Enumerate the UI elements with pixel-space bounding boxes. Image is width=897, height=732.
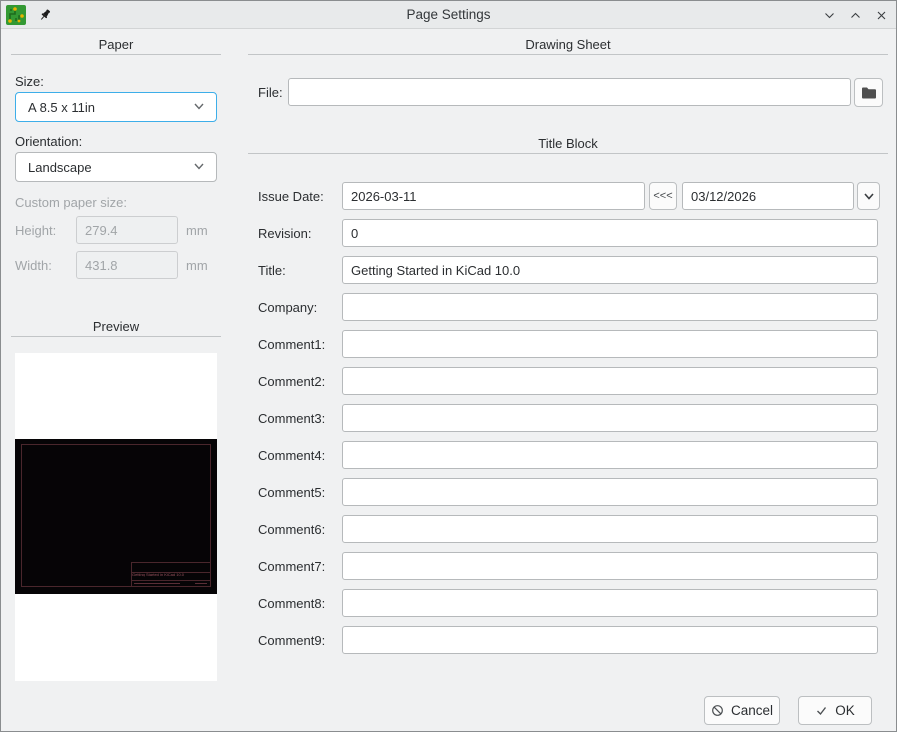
preview-drawing-frame: Getting Started in KiCad 10.0: [21, 444, 211, 587]
revision-label: Revision:: [258, 226, 311, 241]
issue-date-label: Issue Date:: [258, 189, 324, 204]
paper-section-divider: [11, 54, 221, 55]
cancel-button-label: Cancel: [731, 703, 773, 718]
height-input: [76, 216, 178, 244]
preview-title-block: Getting Started in KiCad 10.0: [131, 562, 210, 586]
company-label: Company:: [258, 300, 317, 315]
chevron-down-icon: [192, 159, 206, 176]
comment5-input[interactable]: [342, 478, 878, 506]
preview-sheet: Getting Started in KiCad 10.0: [15, 439, 217, 594]
check-icon: [815, 704, 828, 717]
size-dropdown[interactable]: A 8.5 x 11in: [15, 92, 217, 122]
title-block-section-title: Title Block: [248, 136, 888, 151]
comment7-label: Comment7:: [258, 559, 325, 574]
browse-file-button[interactable]: [854, 78, 883, 107]
revision-input[interactable]: [342, 219, 878, 247]
chevron-down-icon: [192, 99, 206, 116]
cancel-icon: [711, 704, 724, 717]
comment3-input[interactable]: [342, 404, 878, 432]
title-block-section-divider: [248, 153, 888, 154]
comment4-label: Comment4:: [258, 448, 325, 463]
height-unit-label: mm: [186, 223, 208, 238]
comment2-input[interactable]: [342, 367, 878, 395]
comment6-input[interactable]: [342, 515, 878, 543]
preview-section-divider: [11, 336, 221, 337]
page-preview: Getting Started in KiCad 10.0: [15, 353, 217, 681]
ok-button[interactable]: OK: [798, 696, 872, 725]
window-title: Page Settings: [1, 7, 896, 22]
drawing-sheet-section-title: Drawing Sheet: [248, 37, 888, 52]
comment9-label: Comment9:: [258, 633, 325, 648]
title-label: Title:: [258, 263, 286, 278]
comment4-input[interactable]: [342, 441, 878, 469]
paper-section-title: Paper: [11, 37, 221, 52]
orientation-dropdown-value: Landscape: [28, 160, 192, 175]
orientation-dropdown[interactable]: Landscape: [15, 152, 217, 182]
comment7-input[interactable]: [342, 552, 878, 580]
kicad-pcbnew-icon: [5, 4, 27, 26]
comment8-input[interactable]: [342, 589, 878, 617]
width-label: Width:: [15, 258, 52, 273]
folder-icon: [861, 86, 877, 100]
comment1-label: Comment1:: [258, 337, 325, 352]
minimize-button[interactable]: [820, 6, 838, 24]
title-bar[interactable]: Page Settings: [1, 1, 896, 29]
comment3-label: Comment3:: [258, 411, 325, 426]
title-input[interactable]: [342, 256, 878, 284]
cancel-button[interactable]: Cancel: [704, 696, 780, 725]
ok-button-label: OK: [835, 703, 855, 718]
maximize-button[interactable]: [846, 6, 864, 24]
pin-icon[interactable]: [37, 7, 53, 23]
chevron-down-icon: [862, 189, 876, 203]
size-dropdown-value: A 8.5 x 11in: [28, 100, 192, 115]
copy-date-button[interactable]: <<<: [649, 182, 677, 210]
comment5-label: Comment5:: [258, 485, 325, 500]
width-unit-label: mm: [186, 258, 208, 273]
company-input[interactable]: [342, 293, 878, 321]
close-button[interactable]: [872, 6, 890, 24]
file-input[interactable]: [288, 78, 851, 106]
width-input: [76, 251, 178, 279]
orientation-label: Orientation:: [15, 134, 82, 149]
comment9-input[interactable]: [342, 626, 878, 654]
height-label: Height:: [15, 223, 56, 238]
comment2-label: Comment2:: [258, 374, 325, 389]
page-settings-dialog: Page Settings Paper Size: A 8.5 x 11in O…: [0, 0, 897, 732]
drawing-sheet-section-divider: [248, 54, 888, 55]
date-picker-input[interactable]: [682, 182, 854, 210]
issue-date-input[interactable]: [342, 182, 645, 210]
comment8-label: Comment8:: [258, 596, 325, 611]
comment1-input[interactable]: [342, 330, 878, 358]
date-picker-dropdown-button[interactable]: [857, 182, 880, 210]
custom-paper-size-label: Custom paper size:: [15, 195, 127, 210]
file-label: File:: [258, 85, 283, 100]
comment6-label: Comment6:: [258, 522, 325, 537]
size-label: Size:: [15, 74, 44, 89]
preview-sheet-title: Getting Started in KiCad 10.0: [132, 573, 210, 577]
preview-section-title: Preview: [11, 319, 221, 334]
